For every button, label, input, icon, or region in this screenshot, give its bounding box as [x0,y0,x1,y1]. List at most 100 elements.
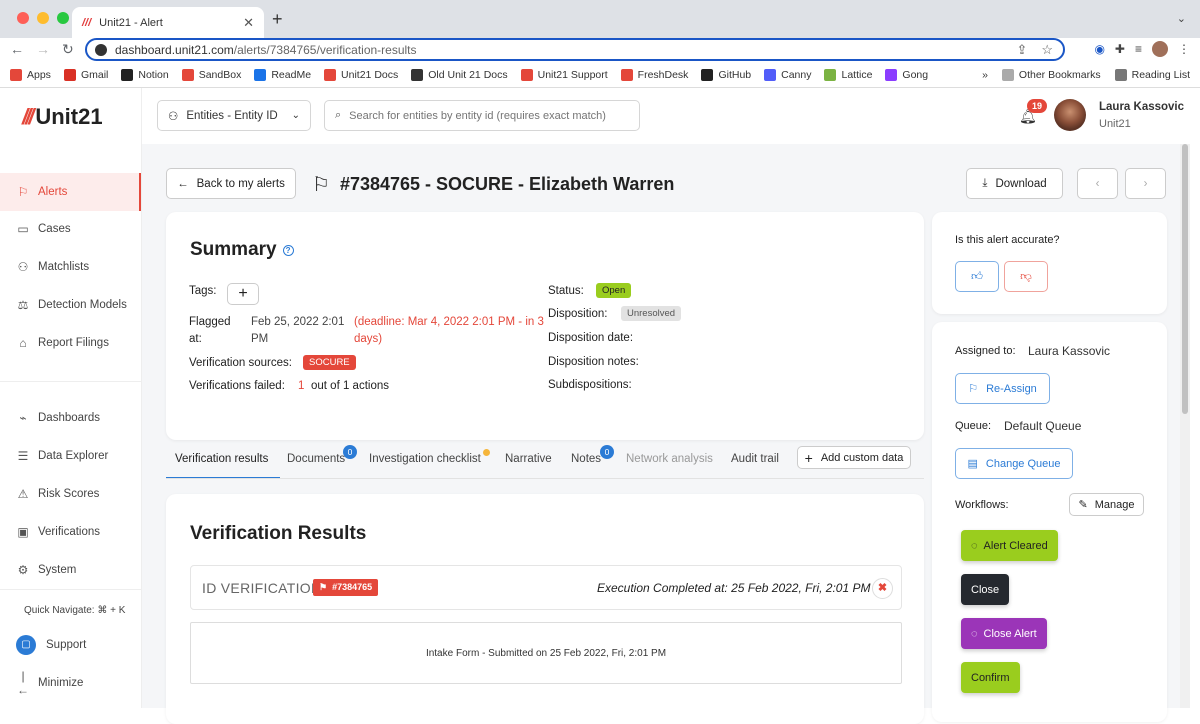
sidebar-item-matchlists[interactable]: ⚇ Matchlists [0,248,141,286]
download-icon: ⤓ [982,177,988,189]
thumbs-up-icon: 👍︎ [970,270,984,283]
previous-alert-button[interactable]: ‹ [1077,168,1118,199]
other-bookmarks[interactable]: Other Bookmarks [1001,69,1101,81]
close-tab-icon[interactable]: ✕ [243,15,254,31]
bookmark-item[interactable]: Canny [764,68,811,81]
workflow-confirm-button[interactable]: Confirm [961,662,1020,693]
back-to-alerts-button[interactable]: ← Back to my alerts [166,168,296,199]
tab-network-analysis[interactable]: Network analysis [626,453,713,465]
bookmark-item[interactable]: Unit21 Support [520,68,608,81]
disposition-badge: Unresolved [621,306,682,321]
tab-documents[interactable]: Documents [287,453,345,465]
add-tag-button[interactable]: + [227,283,259,305]
sidebar-item-label: Detection Models [38,299,127,311]
thumbs-down-button[interactable]: 👎︎ [1004,261,1048,292]
browser-menu-icon[interactable]: ⋮ [1178,42,1190,56]
new-tab-icon[interactable]: + [272,9,283,30]
flagged-label-2: at: [189,333,202,345]
sidebar-item-support[interactable]: ▢ Support [0,626,141,664]
user-avatar[interactable] [1054,99,1086,131]
chevron-right-icon: › [1143,177,1148,190]
media-control-icon[interactable]: ≡ [1135,42,1142,56]
bookmark-label: ReadMe [271,68,312,81]
search-input[interactable] [349,109,620,122]
thumbs-up-button[interactable]: 👍︎ [955,261,999,292]
sidebar-item-report-filings[interactable]: ⌂ Report Filings [0,324,141,362]
alert-title: #7384765 - SOCURE - Elizabeth Warren [339,174,675,194]
tab-audit-trail[interactable]: Audit trail [731,453,779,465]
manage-workflows-button[interactable]: ✎ Manage [1069,493,1144,516]
sidebar-item-label: Matchlists [38,261,90,273]
extension-icon[interactable]: ◉ [1094,42,1104,56]
reading-list[interactable]: Reading List [1114,69,1190,81]
minimize-window-button[interactable] [37,12,49,24]
workflow-close-button[interactable]: Close [961,574,1010,605]
add-custom-data-button[interactable]: + Add custom data [797,446,911,469]
address-bar[interactable]: dashboard.unit21.com/alerts/7384765/veri… [85,38,1065,61]
summary-title-text: Summary [190,239,277,260]
bookmark-item[interactable]: Gong [885,68,928,81]
disposition-date-label: Disposition date: [548,332,634,344]
bookmark-star-icon[interactable]: ☆ [1041,42,1053,58]
intake-form-box[interactable]: Intake Form - Submitted on 25 Feb 2022, … [190,622,902,684]
bookmarks-more-icon[interactable]: » [982,69,988,81]
tab-search-chevron-icon[interactable]: ⌄ [1177,12,1186,25]
sidebar-item-minimize[interactable]: |← Minimize [0,664,141,702]
scale-icon: ⚖ [17,298,29,312]
bookmark-item[interactable]: Apps [10,68,51,81]
sidebar-item-detection-models[interactable]: ⚖ Detection Models [0,286,141,324]
close-window-button[interactable] [17,12,29,24]
bookmark-item[interactable]: Lattice [824,68,872,81]
unit21-logo[interactable]: ///Unit21 [22,104,103,130]
share-icon[interactable]: ⇪ [1016,42,1027,58]
workflow-close-alert-button[interactable]: ◌ Close Alert [961,618,1047,649]
next-alert-button[interactable]: › [1125,168,1166,199]
sidebar-item-verifications[interactable]: ▣ Verifications [0,513,141,551]
flagged-value-2: PM [251,333,269,345]
bookmark-item[interactable]: Gmail [63,68,108,81]
sidebar-item-data-explorer[interactable]: ☰ Data Explorer [0,437,141,475]
bookmark-item[interactable]: SandBox [181,68,241,81]
download-button[interactable]: ⤓ Download [966,168,1063,199]
alert-id-tag[interactable]: ⚑ #7384765 [313,579,379,596]
bookmark-item[interactable]: GitHub [701,68,752,81]
bookmark-item[interactable]: Notion [121,68,169,81]
workflow-alert-cleared-button[interactable]: ◌ Alert Cleared [961,530,1058,561]
entity-type-select[interactable]: ⚇ Entities - Entity ID ⌄ [157,100,311,131]
page-scrollbar[interactable] [1180,144,1190,708]
bookmark-item[interactable]: Unit21 Docs [324,68,398,81]
flag-icon: ⚑ [319,582,328,592]
status-label: Status: [548,285,584,297]
bookmark-item[interactable]: ReadMe [254,68,312,81]
maximize-window-button[interactable] [57,12,69,24]
scrollbar-thumb[interactable] [1182,144,1188,414]
tab-investigation-checklist[interactable]: Investigation checklist [369,453,481,465]
browser-tab[interactable]: /// Unit21 - Alert ✕ [72,7,264,38]
site-info-icon[interactable] [95,43,107,56]
workflows-label: Workflows: [955,499,1009,511]
tab-narrative[interactable]: Narrative [505,453,552,465]
reassign-button[interactable]: ⚐ Re-Assign [955,373,1050,404]
check-circle-icon: ◌ [971,539,978,552]
puzzle-extensions-icon[interactable]: ✚ [1115,42,1125,56]
help-icon[interactable]: ? [282,245,294,256]
sidebar-item-label: Report Filings [38,337,109,349]
entity-search[interactable]: ⌕ [324,100,640,131]
tab-verification-results[interactable]: Verification results [175,453,268,465]
profile-avatar[interactable] [1152,41,1168,57]
sidebar-item-alerts[interactable]: ⚐ Alerts [0,173,141,211]
sidebar-item-dashboards[interactable]: ⌁ Dashboards [0,399,141,437]
forward-arrow-icon[interactable]: → [36,41,50,58]
bookmarks-right: » Other Bookmarks Reading List [982,62,1190,88]
reload-icon[interactable]: ↻ [62,41,74,58]
sidebar-item-risk-scores[interactable]: ⚠ Risk Scores [0,475,141,513]
change-queue-button[interactable]: ▤ Change Queue [955,448,1073,479]
back-arrow-icon[interactable]: ← [10,41,24,58]
sidebar-item-system[interactable]: ⚙ System [0,551,141,589]
tab-notes[interactable]: Notes [571,453,601,465]
bookmark-item[interactable]: Old Unit 21 Docs [411,68,508,81]
bookmark-label: GitHub [718,68,752,81]
minimize-label: Minimize [38,677,84,689]
bookmark-item[interactable]: FreshDesk [620,68,688,81]
sidebar-item-cases[interactable]: ▭ Cases [0,210,141,248]
